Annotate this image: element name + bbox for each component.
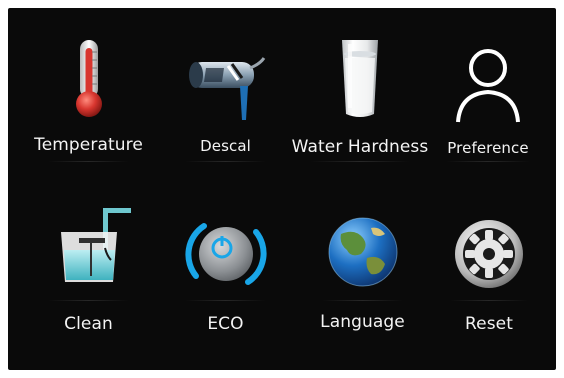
- power-eco-icon: [184, 212, 268, 296]
- divider: [322, 300, 403, 301]
- clean-icon: [47, 204, 131, 288]
- clean-label: Clean: [64, 314, 113, 334]
- menu-item-preference[interactable]: Preference: [428, 28, 548, 178]
- reset-label: Reset: [465, 314, 513, 334]
- divider: [185, 161, 266, 162]
- eco-label: ECO: [207, 314, 244, 334]
- settings-screen: Temperature Descal Water Hardness Prefer…: [8, 8, 556, 370]
- temperature-label: Temperature: [34, 135, 143, 155]
- water-hardness-label: Water Hardness: [291, 137, 429, 157]
- divider: [450, 300, 528, 301]
- divider: [310, 161, 410, 162]
- divider: [48, 161, 129, 162]
- language-label: Language: [320, 312, 405, 332]
- menu-item-reset[interactable]: Reset: [422, 198, 556, 348]
- menu-item-language[interactable]: Language: [294, 198, 431, 348]
- water-glass-icon: [318, 36, 402, 120]
- menu-item-descal[interactable]: Descal: [157, 28, 294, 178]
- thermometer-icon: [47, 36, 131, 120]
- menu-item-clean[interactable]: Clean: [20, 198, 157, 348]
- divider: [48, 300, 129, 301]
- menu-item-temperature[interactable]: Temperature: [20, 28, 157, 178]
- divider: [446, 161, 530, 162]
- menu-item-water-hardness[interactable]: Water Hardness: [282, 28, 438, 178]
- globe-icon: [321, 210, 405, 294]
- divider: [185, 300, 266, 301]
- menu-item-eco[interactable]: ECO: [157, 198, 294, 348]
- gear-reset-icon: [447, 212, 531, 296]
- descal-label: Descal: [200, 137, 251, 155]
- user-profile-icon: [446, 42, 530, 126]
- descale-icon: [184, 38, 268, 122]
- preference-label: Preference: [447, 139, 529, 157]
